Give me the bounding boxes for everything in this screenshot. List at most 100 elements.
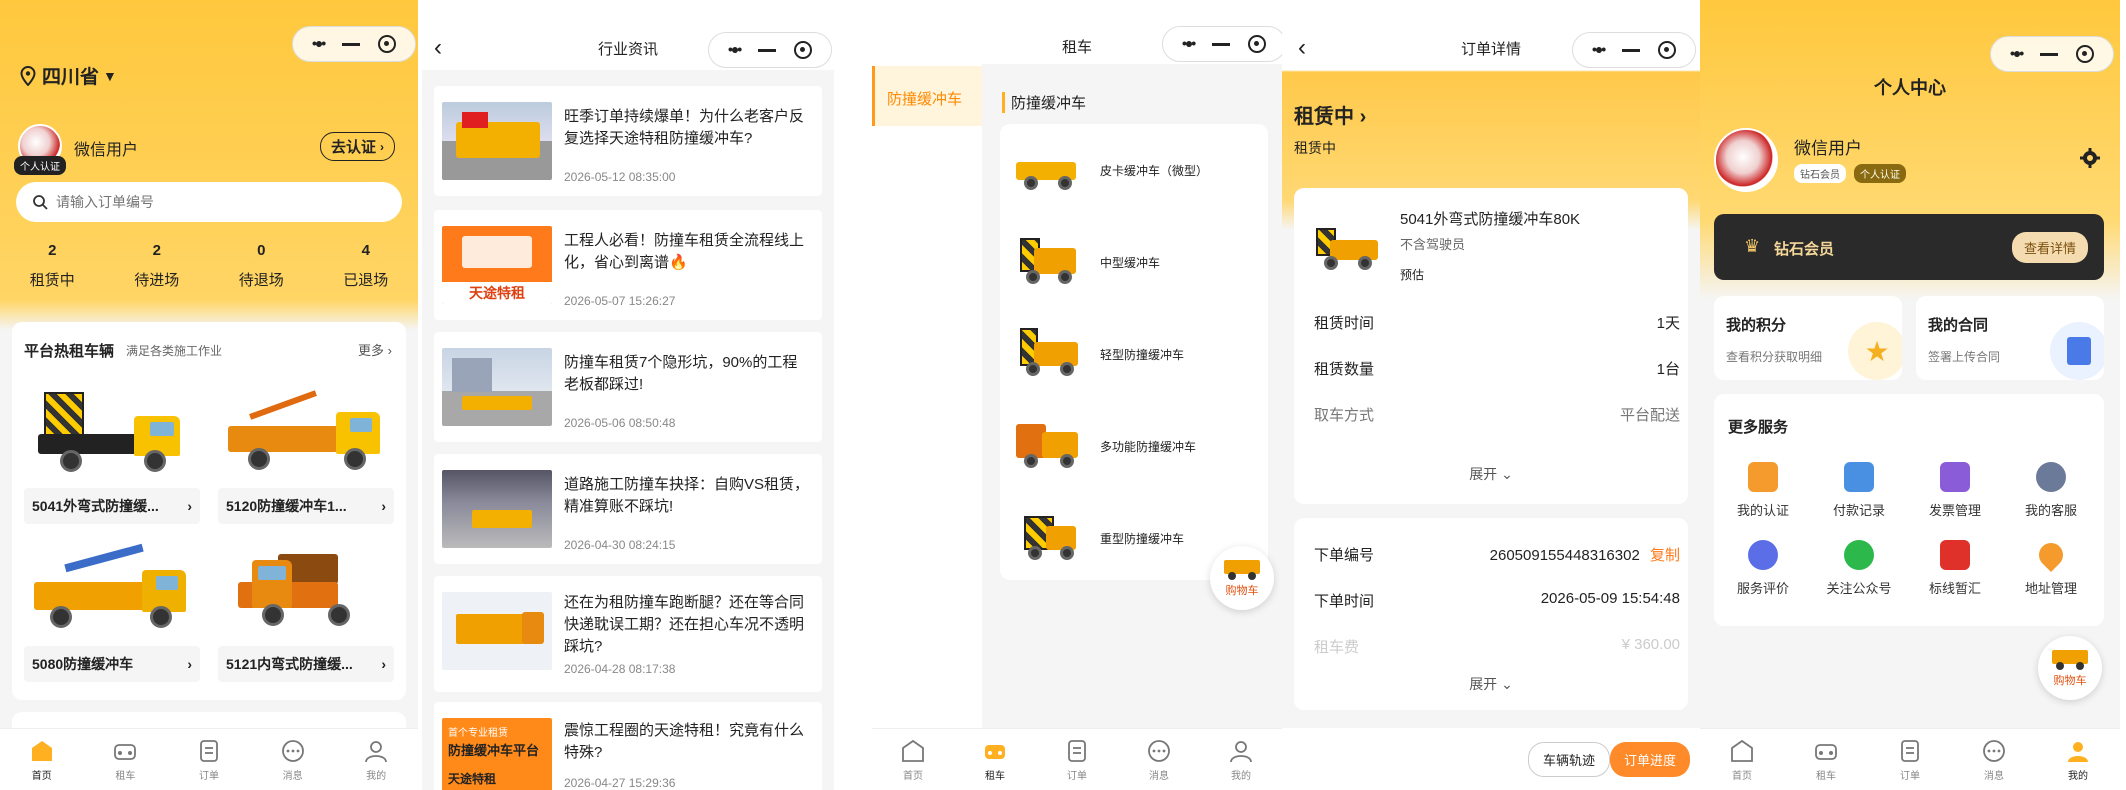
tab-me[interactable]: 我的 bbox=[346, 738, 406, 782]
service-invoice[interactable]: 发票管理 bbox=[1920, 462, 1990, 519]
tab-message[interactable]: 消息 bbox=[1129, 738, 1189, 782]
close-icon[interactable] bbox=[2076, 45, 2095, 63]
vehicle-image[interactable] bbox=[24, 382, 200, 482]
contract-title: 我的合同 bbox=[1928, 317, 1989, 334]
service-customer-service[interactable]: 我的客服 bbox=[2016, 462, 2086, 519]
service-marking[interactable]: 标线暂汇 bbox=[1920, 540, 1990, 597]
minimize-icon[interactable] bbox=[2040, 52, 2059, 56]
message-icon bbox=[1980, 738, 2008, 764]
vehicle-image[interactable] bbox=[218, 382, 394, 482]
category-item[interactable]: 多功能防撞缓冲车 bbox=[1016, 404, 1266, 492]
tab-home[interactable]: 首页 bbox=[1712, 738, 1772, 782]
sidebar-item-bumper-truck[interactable]: 防撞缓冲车 bbox=[872, 66, 982, 126]
category-label: 轻型防撞缓冲车 bbox=[1100, 348, 1185, 362]
vehicle-image[interactable] bbox=[24, 540, 200, 640]
vehicle-tile-4[interactable]: 5121内弯式防撞缓... › bbox=[218, 646, 394, 682]
minimize-icon[interactable] bbox=[1212, 42, 1231, 46]
estimate-label: 预估 bbox=[1400, 268, 1425, 282]
more-icon[interactable] bbox=[312, 35, 324, 53]
stat-pending-entry[interactable]: 2 待进场 bbox=[117, 242, 197, 290]
minimize-icon[interactable] bbox=[1622, 48, 1641, 52]
news-item[interactable]: 还在为租防撞车跑断腿？还在等合同快递耽误工期？还在担心车况不透明踩坑? 2026… bbox=[434, 576, 822, 692]
order-progress-button[interactable]: 订单进度 bbox=[1609, 742, 1690, 777]
points-card[interactable]: 我的积分 查看积分获取明细 ★ bbox=[1714, 296, 1902, 380]
news-item[interactable]: 防撞车租赁7个隐形坑，90%的工程老板都踩过! 2026-05-06 08:50… bbox=[434, 332, 822, 442]
more-icon[interactable] bbox=[2010, 45, 2022, 63]
expand-button[interactable]: 展开 ⌄ bbox=[1294, 464, 1688, 484]
vehicle-tile-3[interactable]: 5080防撞缓冲车 › bbox=[24, 646, 200, 682]
service-certify[interactable]: 我的认证 bbox=[1728, 462, 1798, 519]
news-item[interactable]: 天途特租 工程人必看！防撞车租赁全流程线上化，省心到离谱🔥 2026-05-07… bbox=[434, 210, 822, 320]
tab-home[interactable]: 首页 bbox=[883, 738, 943, 782]
wechat-follow-icon bbox=[1844, 540, 1874, 570]
row-label: 下单时间 bbox=[1314, 593, 1375, 610]
more-link[interactable]: 更多 › bbox=[358, 340, 392, 359]
news-item[interactable]: 首个专业租赁 防撞缓冲车平台 天途特租 震惊工程圈的天途特租！究竟有什么特殊? … bbox=[434, 702, 822, 790]
news-date: 2026-05-07 15:26:27 bbox=[564, 294, 676, 308]
vehicle-image[interactable] bbox=[218, 540, 394, 640]
close-icon[interactable] bbox=[378, 35, 397, 53]
mini-program-capsule[interactable] bbox=[1990, 36, 2114, 72]
tab-home[interactable]: 首页 bbox=[12, 738, 72, 782]
expand-button[interactable]: 展开 ⌄ bbox=[1294, 674, 1688, 694]
cart-button[interactable]: 购物车 bbox=[2038, 636, 2102, 700]
rental-qty-row: 租赁数量 1台 bbox=[1314, 358, 1680, 379]
more-icon[interactable] bbox=[728, 41, 740, 59]
vehicle-tile-1[interactable]: 5041外弯式防撞缓... › bbox=[24, 488, 200, 524]
row-value: ¥ 360.00 bbox=[1621, 636, 1680, 653]
close-icon[interactable] bbox=[794, 41, 813, 59]
location-selector[interactable]: 四川省 ▼ bbox=[20, 62, 117, 89]
close-icon[interactable] bbox=[1658, 41, 1677, 59]
vip-card[interactable]: ♛ 钻石会员 查看详情 bbox=[1714, 214, 2104, 280]
mini-program-capsule[interactable] bbox=[708, 32, 832, 68]
mini-program-capsule[interactable] bbox=[1572, 32, 1696, 68]
service-wechat-follow[interactable]: 关注公众号 bbox=[1824, 540, 1894, 597]
close-icon[interactable] bbox=[1248, 35, 1267, 53]
minimize-icon[interactable] bbox=[342, 42, 361, 46]
copy-button[interactable]: 复制 bbox=[1650, 547, 1680, 564]
tab-order[interactable]: 订单 bbox=[1880, 738, 1940, 782]
tab-rent[interactable]: 租车 bbox=[95, 738, 155, 782]
certify-button[interactable]: 去认证 › bbox=[320, 132, 396, 161]
vehicle-track-button[interactable]: 车辆轨迹 bbox=[1527, 742, 1610, 777]
tab-me[interactable]: 我的 bbox=[2048, 738, 2108, 782]
more-icon[interactable] bbox=[1182, 35, 1194, 53]
mini-program-capsule[interactable] bbox=[292, 26, 416, 62]
category-item[interactable]: 轻型防撞缓冲车 bbox=[1016, 312, 1266, 400]
search-bar[interactable] bbox=[16, 182, 402, 222]
service-address[interactable]: 地址管理 bbox=[2016, 538, 2086, 597]
stat-exited[interactable]: 4 已退场 bbox=[326, 242, 406, 290]
service-review[interactable]: 服务评价 bbox=[1728, 540, 1798, 597]
service-payment-record[interactable]: 付款记录 bbox=[1824, 462, 1894, 519]
mini-program-capsule[interactable] bbox=[1162, 26, 1282, 62]
tab-label: 订单 bbox=[1900, 770, 1920, 782]
more-icon[interactable] bbox=[1592, 41, 1604, 59]
stat-renting[interactable]: 2 租赁中 bbox=[12, 242, 92, 290]
tab-message[interactable]: 消息 bbox=[1964, 738, 2024, 782]
news-item[interactable]: 道路施工防撞车抉择：自购VS租赁，精准算账不踩坑! 2026-04-30 08:… bbox=[434, 454, 822, 564]
tab-me[interactable]: 我的 bbox=[1211, 738, 1271, 782]
stat-pending-exit[interactable]: 0 待退场 bbox=[221, 242, 301, 290]
search-input[interactable] bbox=[56, 194, 356, 210]
stat-number: 2 bbox=[152, 242, 161, 259]
vehicle-tile-2[interactable]: 5120防撞缓冲车1... › bbox=[218, 488, 394, 524]
cart-button[interactable]: 购物车 bbox=[1210, 546, 1274, 610]
tab-rent[interactable]: 租车 bbox=[1796, 738, 1856, 782]
avatar[interactable] bbox=[1714, 128, 1778, 192]
tab-rent[interactable]: 租车 bbox=[965, 738, 1025, 782]
news-item[interactable]: 旺季订单持续爆单！为什么老客户反复选择天途特租防撞缓冲车? 2026-05-12… bbox=[434, 86, 822, 196]
section-title: 防撞缓冲车 bbox=[1002, 92, 1086, 113]
user-icon bbox=[362, 738, 390, 764]
tab-message[interactable]: 消息 bbox=[263, 738, 323, 782]
category-item[interactable]: 中型缓冲车 bbox=[1016, 220, 1266, 308]
tab-order[interactable]: 订单 bbox=[179, 738, 239, 782]
minimize-icon[interactable] bbox=[758, 48, 777, 52]
vip-detail-button[interactable]: 查看详情 bbox=[2011, 232, 2088, 263]
news-thumbnail: 天途特租 bbox=[442, 226, 552, 304]
tab-order[interactable]: 订单 bbox=[1047, 738, 1107, 782]
vehicle-image bbox=[1016, 418, 1082, 474]
order-status[interactable]: 租赁中 › bbox=[1294, 100, 1366, 129]
contract-card[interactable]: 我的合同 签署上传合同 bbox=[1916, 296, 2104, 380]
category-item[interactable]: 皮卡缓冲车（微型） bbox=[1016, 128, 1266, 216]
gear-icon[interactable] bbox=[2080, 148, 2100, 168]
